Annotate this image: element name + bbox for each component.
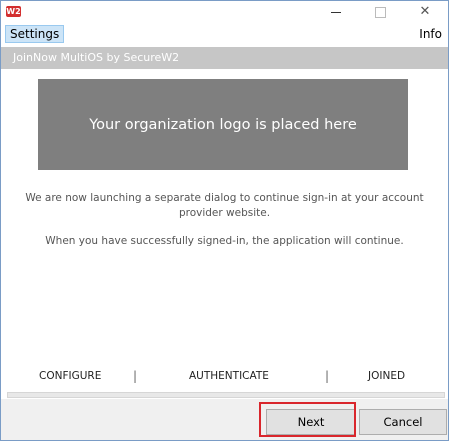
minimize-icon	[331, 12, 341, 13]
maximize-icon	[375, 7, 386, 18]
launch-message-line2: provider website.	[178, 207, 271, 219]
minimize-button[interactable]	[321, 1, 351, 23]
close-icon: ✕	[419, 4, 431, 19]
logo-placeholder-text: Your organization logo is placed here	[89, 116, 357, 133]
next-button-highlight	[259, 402, 356, 437]
step-separator: |	[325, 369, 330, 383]
title-bar: W2 ✕	[1, 1, 448, 23]
step-authenticate: AUTHENTICATE	[189, 370, 269, 382]
app-window: W2 ✕ Settings Info JoinNow MultiOS by Se…	[0, 0, 449, 441]
header-strip: JoinNow MultiOS by SecureW2	[1, 47, 448, 69]
continue-message: When you have successfully signed-in, th…	[45, 235, 404, 247]
cancel-button[interactable]: Cancel	[359, 409, 447, 435]
progress-steps: CONFIGURE | AUTHENTICATE | JOINED	[1, 369, 448, 387]
menu-settings[interactable]: Settings	[5, 25, 65, 43]
organization-logo-placeholder: Your organization logo is placed here	[38, 79, 408, 170]
maximize-button[interactable]	[365, 1, 395, 23]
menu-info[interactable]: Info	[419, 26, 442, 42]
header-title: JoinNow MultiOS by SecureW2	[13, 51, 180, 64]
step-separator: |	[133, 369, 138, 383]
close-button[interactable]: ✕	[410, 1, 440, 23]
launch-message: We are now launching a separate dialog t…	[1, 191, 448, 221]
step-configure: CONFIGURE	[39, 370, 102, 382]
progress-track	[7, 392, 445, 398]
button-bar: Next Cancel	[1, 399, 448, 440]
app-logo-icon: W2	[6, 6, 21, 17]
step-joined: JOINED	[368, 370, 406, 382]
launch-message-line1: We are now launching a separate dialog t…	[25, 192, 424, 204]
menu-bar: Settings Info	[1, 23, 448, 43]
